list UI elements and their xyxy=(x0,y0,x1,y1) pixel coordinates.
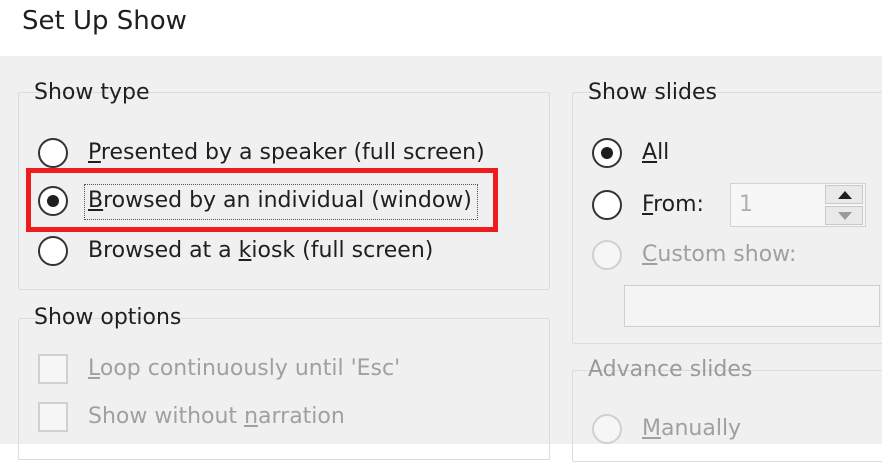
label-presented-by-speaker[interactable]: Presented by a speaker (full screen) xyxy=(88,140,485,165)
spin-down-button[interactable] xyxy=(825,206,863,225)
label-loop-continuously[interactable]: Loop continuously until 'Esc' xyxy=(88,356,400,381)
advance-slides-group-label: Advance slides xyxy=(588,357,753,382)
label-browsed-at-kiosk[interactable]: Browsed at a kiosk (full screen) xyxy=(88,238,433,263)
show-options-group-label: Show options xyxy=(34,305,182,330)
spin-up-button[interactable] xyxy=(825,185,863,204)
red-highlight-box xyxy=(26,168,498,232)
radio-presented-by-speaker[interactable] xyxy=(38,138,68,168)
custom-show-dropdown[interactable] xyxy=(624,285,880,327)
from-slide-spinner xyxy=(825,185,863,225)
radio-browsed-at-kiosk[interactable] xyxy=(38,236,68,266)
show-options-group xyxy=(18,318,550,460)
label-show-without-narration[interactable]: Show without narration xyxy=(88,404,345,429)
dialog-title: Set Up Show xyxy=(22,6,187,36)
label-advance-manually[interactable]: Manually xyxy=(642,416,741,441)
show-type-group-label: Show type xyxy=(34,80,150,105)
arrow-up-icon xyxy=(838,191,852,199)
arrow-down-icon xyxy=(838,212,852,220)
label-from-slide[interactable]: From: xyxy=(642,192,704,217)
label-custom-show[interactable]: Custom show: xyxy=(642,242,796,267)
checkbox-loop-continuously[interactable] xyxy=(38,354,68,384)
radio-advance-manually[interactable] xyxy=(592,414,622,444)
radio-from-slide[interactable] xyxy=(592,190,622,220)
radio-custom-show[interactable] xyxy=(592,240,622,270)
checkbox-show-without-narration[interactable] xyxy=(38,402,68,432)
label-all-slides[interactable]: All xyxy=(642,140,669,165)
radio-all-slides[interactable] xyxy=(592,138,622,168)
show-slides-group-label: Show slides xyxy=(588,80,718,105)
radio-selected-dot xyxy=(601,147,613,159)
dialog-title-bar: Set Up Show xyxy=(0,0,882,56)
